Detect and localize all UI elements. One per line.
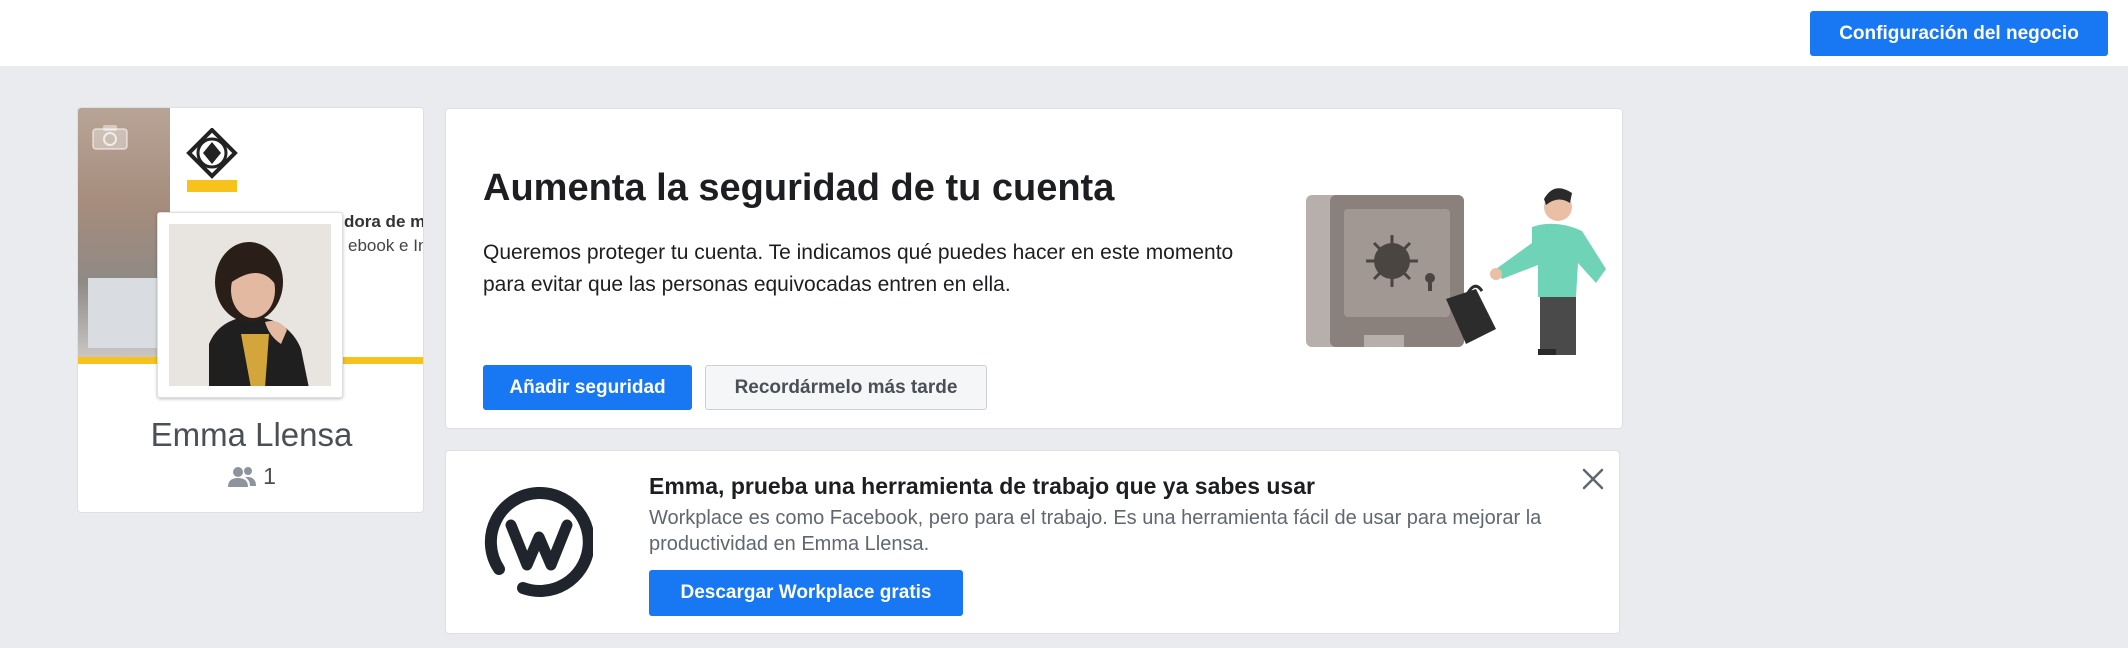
business-settings-button[interactable]: Configuración del negocio <box>1810 11 2108 56</box>
camera-icon[interactable] <box>92 124 128 150</box>
profile-picture[interactable] <box>157 212 343 398</box>
workplace-title: Emma, prueba una herramienta de trabajo … <box>649 473 1315 499</box>
member-count[interactable]: 1 <box>78 463 423 490</box>
cover-text-line-2: ebook e In <box>348 236 424 255</box>
members-icon <box>228 466 257 487</box>
remind-later-button[interactable]: Recordármelo más tarde <box>705 365 987 410</box>
profile-card: dora de m ebook e In Emma Llensa 1 <box>77 107 424 513</box>
close-icon[interactable] <box>1580 466 1606 492</box>
member-count-value: 1 <box>263 463 276 489</box>
security-title: Aumenta la seguridad de tu cuenta <box>483 167 1115 209</box>
security-description: Queremos proteger tu cuenta. Te indicamo… <box>483 241 1234 296</box>
safe-illustration <box>1306 188 1606 355</box>
download-workplace-button[interactable]: Descargar Workplace gratis <box>649 570 963 616</box>
brand-logo <box>186 128 238 192</box>
profile-name[interactable]: Emma Llensa <box>78 416 423 454</box>
workplace-description: Workplace es como Facebook, pero para el… <box>649 507 1542 555</box>
cover-text-line-1: dora de m <box>344 212 424 231</box>
top-bar: Configuración del negocio <box>0 0 2128 66</box>
security-card: Aumenta la seguridad de tu cuenta Querem… <box>445 108 1623 429</box>
add-security-button[interactable]: Añadir seguridad <box>483 365 692 410</box>
workplace-logo-icon <box>484 487 593 597</box>
avatar-image <box>169 224 331 386</box>
avatar <box>169 224 331 386</box>
workplace-card: Emma, prueba una herramienta de trabajo … <box>445 450 1620 634</box>
